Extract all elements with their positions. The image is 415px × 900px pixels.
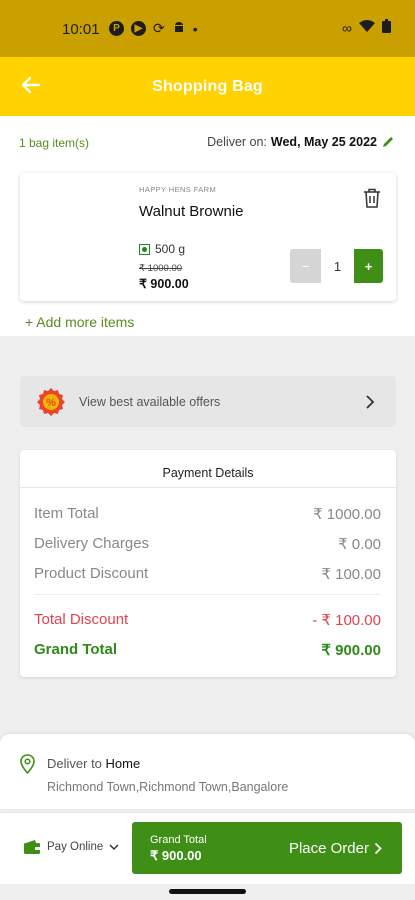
payment-method-label: Pay Online [47,841,104,853]
bag-item-count: 1 bag item(s) [19,136,90,150]
row-value: ₹ 1000.00 [313,506,381,523]
wifi-icon [359,19,375,36]
place-order-label: Place Order [289,840,382,857]
row-value: ₹ 100.00 [321,566,381,583]
edit-pencil-icon[interactable] [381,135,395,149]
bag-section: 1 bag item(s) Deliver on: Wed, May 25 20… [0,116,415,336]
location-pin-icon [20,754,35,774]
deliver-to-place: Home [105,756,141,771]
divider [20,487,396,488]
delete-trash-icon[interactable] [362,187,382,209]
item-weight: 500 g [155,242,186,256]
quantity-value: 1 [321,249,354,283]
row-label: Item Total [34,505,99,522]
app-header: Shopping Bag [0,57,415,116]
chevron-right-icon [374,842,382,855]
delivery-date[interactable]: Deliver on: Wed, May 25 2022 [207,135,395,149]
wallet-icon [24,840,40,854]
grand-total-row: Grand Total ₹ 900.00 [34,641,381,659]
chevron-down-icon [109,843,119,850]
grand-total-label: Grand Total [150,834,207,846]
svg-text:%: % [46,397,56,409]
item-brand: HAPPY HENS FARM [139,185,217,194]
status-icons-right: ∞ [342,19,391,36]
offers-text: View best available offers [79,395,221,409]
android-icon [172,20,186,37]
delivery-address: Richmond Town,Richmond Town,Bangalore [47,780,289,794]
increase-quantity-button[interactable]: + [354,249,383,283]
row-value: ₹ 0.00 [338,536,381,553]
media-icon: ▶ [131,21,146,36]
product-discount-row: Product Discount ₹ 100.00 [34,565,381,583]
grand-total-value: ₹ 900.00 [150,848,202,863]
place-order-button[interactable]: Grand Total ₹ 900.00 Place Order [132,822,402,874]
deliver-to-prefix: Deliver to [47,756,102,771]
veg-indicator-icon [139,243,150,255]
chevron-right-icon [366,395,375,409]
payment-details-card: Payment Details Item Total ₹ 1000.00 Del… [20,450,396,677]
total-discount-row: Total Discount - ₹ 100.00 [34,611,381,629]
item-variant: 500 g [139,242,185,256]
offers-banner[interactable]: % View best available offers [20,376,396,427]
row-value: - ₹ 100.00 [312,612,381,629]
divider [34,594,381,595]
add-more-items-link[interactable]: + Add more items [25,314,134,330]
page-title: Shopping Bag [152,78,263,95]
link-icon: ∞ [342,19,352,36]
status-time: 10:01 [62,21,100,38]
status-icons-left: P ▶ ⟳ • [109,20,198,37]
payment-details-title: Payment Details [162,466,254,480]
cart-item-card: HAPPY HENS FARM Walnut Brownie 500 g ₹ 1… [20,173,396,301]
row-label: Product Discount [34,565,149,582]
delivery-address-card[interactable]: Deliver to Home Richmond Town,Richmond T… [0,734,415,809]
gesture-nav-bar[interactable] [169,889,246,894]
item-total-row: Item Total ₹ 1000.00 [34,505,381,523]
battery-icon [382,19,391,36]
decrease-quantity-button[interactable]: − [290,249,321,283]
payment-method-selector[interactable]: Pay Online [23,839,119,855]
discount-badge-icon: % [37,388,65,416]
deliver-on-date: Wed, May 25 2022 [270,135,377,149]
deliver-on-label: Deliver on: [207,135,267,149]
deliver-to-label: Deliver to Home [47,756,140,771]
checkout-bar: Pay Online Grand Total ₹ 900.00 Place Or… [0,812,415,884]
quantity-stepper: − 1 + [290,249,383,283]
status-bar: 10:01 P ▶ ⟳ • ∞ [0,0,415,57]
media-icon: P [109,21,124,36]
delivery-charges-row: Delivery Charges ₹ 0.00 [34,535,381,553]
item-price: ₹ 900.00 [139,277,189,291]
row-label: Total Discount [34,611,129,628]
row-value: ₹ 900.00 [321,642,381,659]
item-original-price: ₹ 1000.00 [139,263,183,274]
row-label: Delivery Charges [34,535,150,552]
row-label: Grand Total [34,641,118,658]
item-name: Walnut Brownie [139,203,244,220]
sync-icon: ⟳ [153,20,165,36]
notification-dot: • [192,20,198,37]
place-order-text: Place Order [288,840,369,857]
